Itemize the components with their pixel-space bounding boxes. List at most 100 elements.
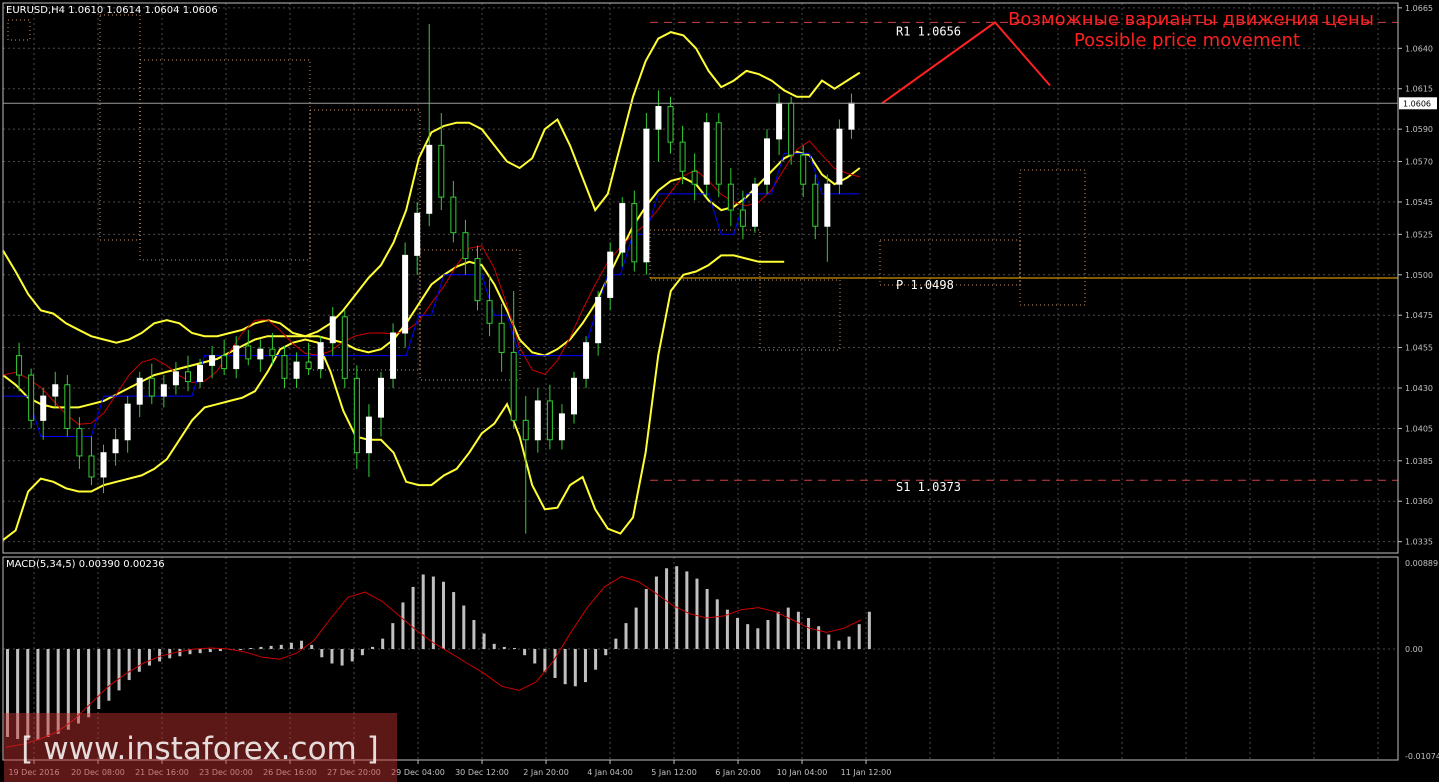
macd-bar xyxy=(97,649,101,710)
macd-bar xyxy=(644,588,648,649)
macd-header: MACD(5,34,5) 0.00390 0.00236 xyxy=(6,559,165,570)
candle-body xyxy=(715,122,722,185)
y-tick-label: 1.0335 xyxy=(1405,538,1433,547)
candle-body xyxy=(390,332,397,379)
bollinger-lower xyxy=(2,254,785,541)
candle-body xyxy=(245,345,252,360)
macd-bar xyxy=(127,649,131,681)
macd-bar xyxy=(685,571,689,649)
pivot-levels: R1 1.0656 P 1.0498 S1 1.0373 xyxy=(650,21,1398,494)
macd-bar xyxy=(695,578,699,649)
candle-body xyxy=(595,296,602,344)
x-tick-label: 2 Jan 20:00 xyxy=(523,768,569,777)
candle-body xyxy=(365,416,372,454)
macd-bar xyxy=(239,649,243,650)
macd-bar xyxy=(371,646,375,649)
macd-bar xyxy=(807,617,811,649)
cloud-region xyxy=(1019,169,1086,306)
candle-body xyxy=(558,413,565,441)
macd-bar xyxy=(523,649,527,656)
candle-body xyxy=(438,144,445,198)
candle-body xyxy=(462,232,469,260)
x-tick-label: 5 Jan 12:00 xyxy=(651,768,697,777)
macd-bar xyxy=(452,592,456,649)
y-tick-label: 1.0430 xyxy=(1405,384,1433,393)
candle-body xyxy=(667,106,674,143)
y-tick-label: 1.0640 xyxy=(1405,44,1433,53)
x-tick-label: 11 Jan 12:00 xyxy=(841,768,892,777)
candle-body xyxy=(76,427,83,457)
macd-bar xyxy=(594,649,598,670)
candle-body xyxy=(184,371,191,383)
candle-body xyxy=(534,400,541,441)
candle-body xyxy=(281,355,288,379)
candle-body xyxy=(64,384,71,429)
candle-body xyxy=(377,377,384,418)
candle-body xyxy=(474,258,481,302)
candle-body xyxy=(764,138,771,185)
level-label-p: P 1.0498 xyxy=(896,278,954,292)
macd-bar xyxy=(381,638,385,649)
grid xyxy=(3,3,1398,760)
candle-body xyxy=(486,300,493,324)
macd-bar xyxy=(350,649,354,662)
macd-bar xyxy=(583,649,587,683)
macd-y-label: 0.00889 xyxy=(1405,559,1438,568)
macd-bar xyxy=(614,638,618,649)
candle-body xyxy=(100,452,107,478)
candle-body xyxy=(426,144,433,214)
macd-bar xyxy=(756,628,760,649)
candle-body xyxy=(414,212,421,256)
macd-bar xyxy=(837,640,841,649)
macd-bar xyxy=(360,649,364,656)
candle-body xyxy=(148,377,155,397)
candle-body xyxy=(546,400,553,441)
candle-body xyxy=(727,183,734,211)
macd-bar xyxy=(665,568,669,649)
candle-body xyxy=(498,322,505,353)
candle-body xyxy=(812,183,819,227)
macd-bar xyxy=(512,647,516,649)
macd-bar xyxy=(715,599,719,649)
candle-body xyxy=(739,209,746,227)
macd-bar xyxy=(604,649,608,656)
x-tick-label: 10 Jan 04:00 xyxy=(777,768,828,777)
macd-y-label: -0.01074 xyxy=(1405,752,1439,761)
candle-body xyxy=(800,154,807,185)
candle-body xyxy=(305,361,312,370)
y-tick-label: 1.0405 xyxy=(1405,424,1433,433)
candle-body xyxy=(679,141,686,172)
candle-body xyxy=(329,316,336,344)
macd-bar xyxy=(634,607,638,649)
macd-bar xyxy=(117,649,121,691)
candle-body xyxy=(28,374,35,421)
macd-bar xyxy=(766,620,770,649)
candle-body xyxy=(571,377,578,415)
candle-body xyxy=(751,183,758,227)
y-tick-label: 1.0545 xyxy=(1405,198,1433,207)
candle-body xyxy=(160,384,167,397)
candlesticks[interactable] xyxy=(16,24,855,534)
macd-bar xyxy=(482,633,486,649)
macd-bar xyxy=(543,649,547,672)
candle-body xyxy=(209,355,216,366)
candle-body xyxy=(619,203,626,253)
y-tick-label: 1.0665 xyxy=(1405,4,1433,13)
watermark-text: [ www.instaforex.com ] xyxy=(21,731,378,767)
chart-canvas: R1 1.0656 P 1.0498 S1 1.0373 0.00889 0.00 -0… xyxy=(2,2,1439,782)
cloud-region xyxy=(139,59,311,261)
macd-bar xyxy=(654,576,658,649)
candle-body xyxy=(510,351,517,421)
macd-bar xyxy=(178,649,182,657)
macd-bar xyxy=(502,646,506,649)
y-tick-label: 1.0475 xyxy=(1405,311,1433,320)
level-label-s1: S1 1.0373 xyxy=(896,480,961,494)
macd-bar xyxy=(553,649,557,678)
cloud-region xyxy=(7,19,31,41)
candle-body xyxy=(88,455,95,478)
macd-bar xyxy=(76,649,80,724)
y-tick-label: 1.0570 xyxy=(1405,158,1433,167)
macd-bar xyxy=(147,649,151,666)
macd-bar xyxy=(796,611,800,649)
macd-bar xyxy=(776,611,780,649)
